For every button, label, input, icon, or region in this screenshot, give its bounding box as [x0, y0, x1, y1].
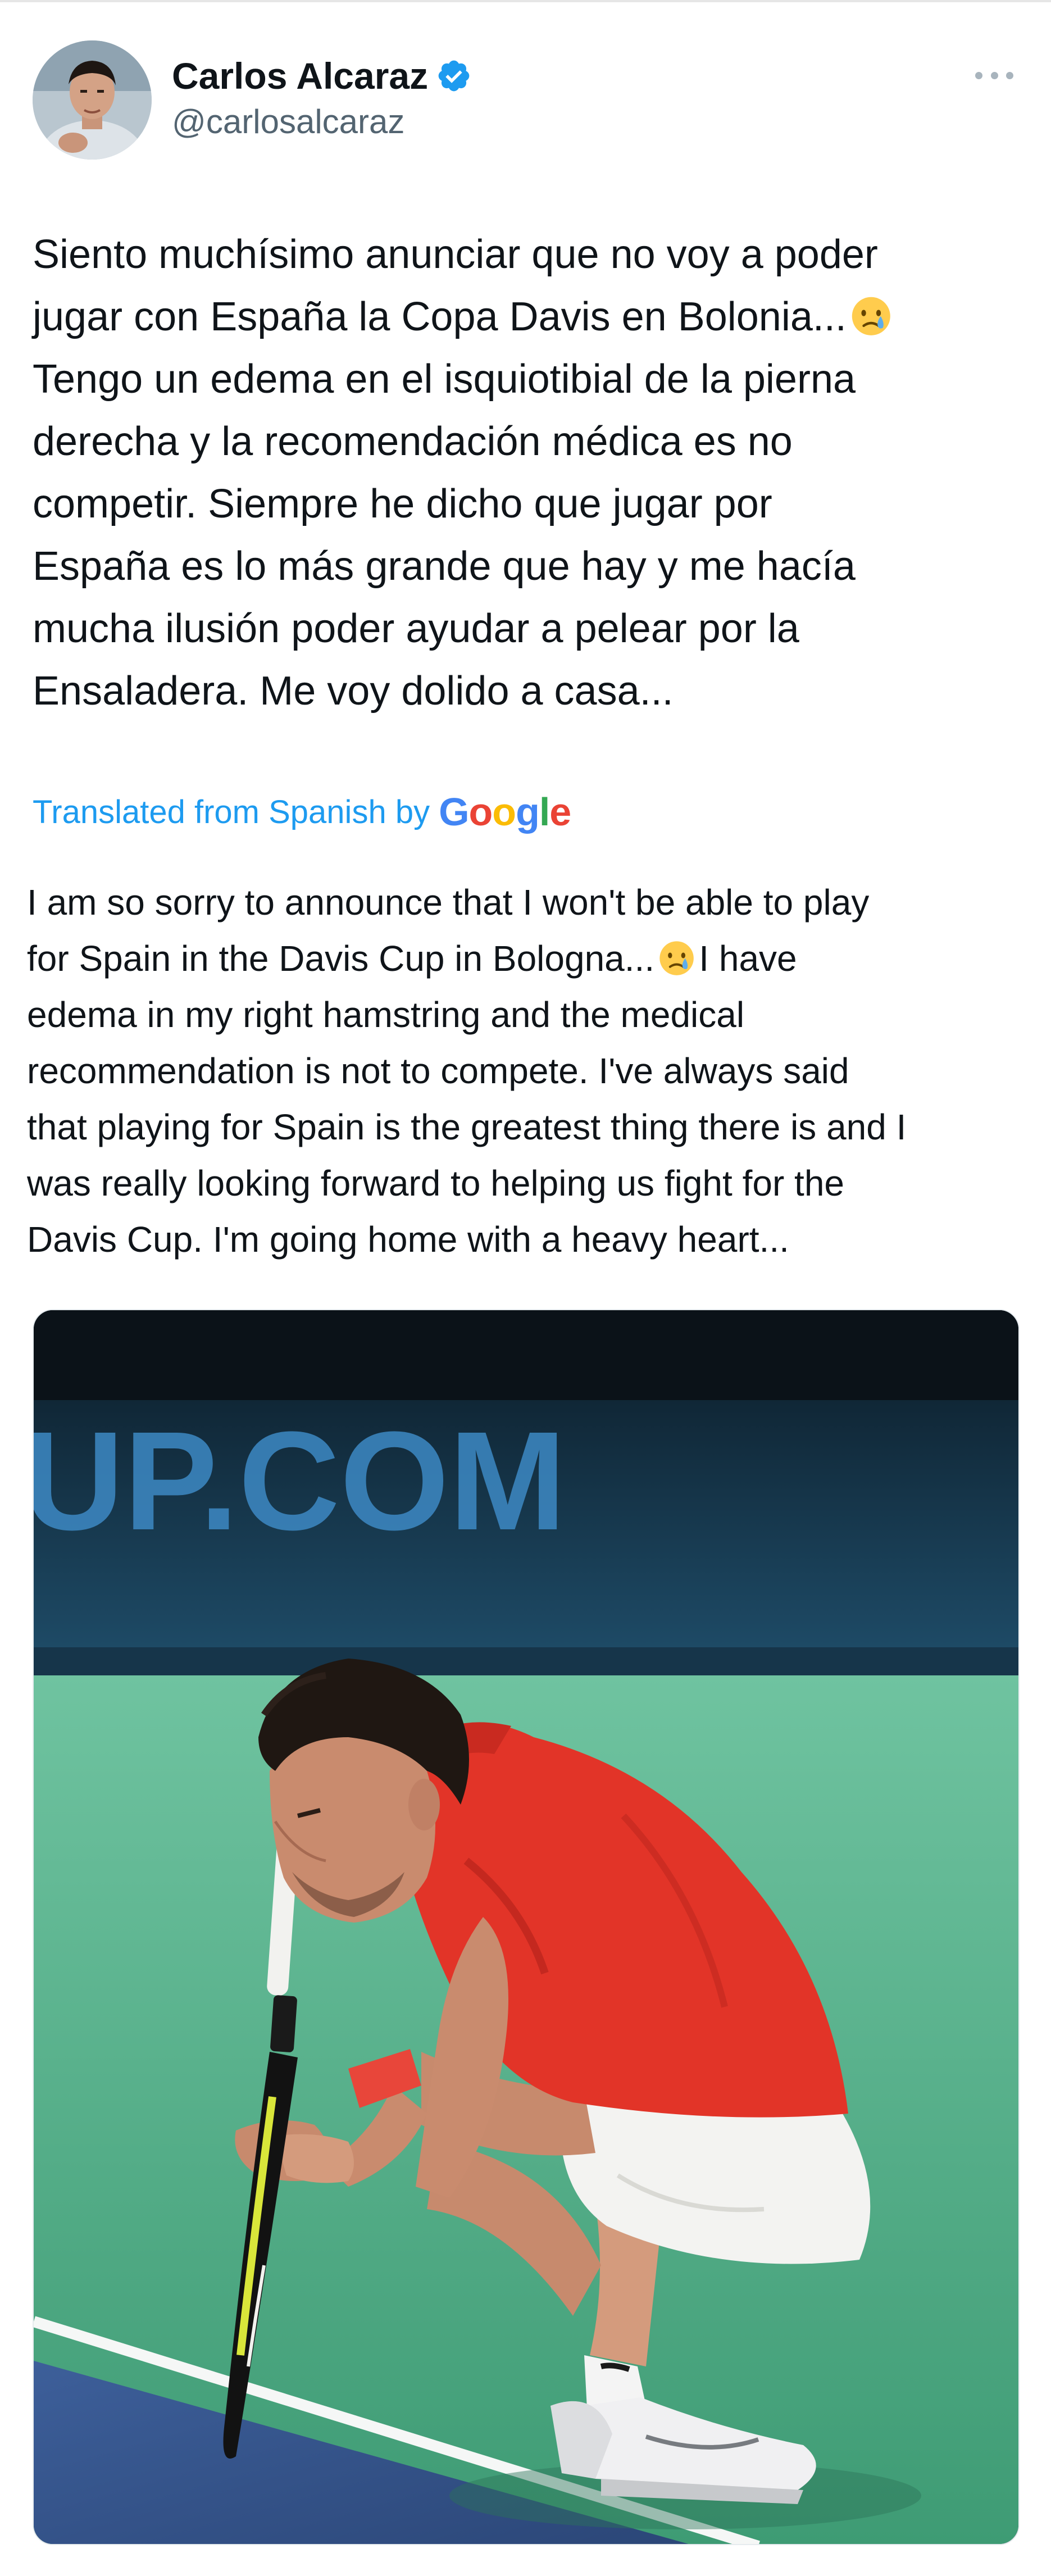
tweet-header: Carlos Alcaraz @carlosalcaraz: [0, 0, 1051, 169]
tweet-photo[interactable]: UP.COM: [33, 1309, 1020, 2545]
tweet-text-line: Siento muchísimo anunciar que no voy a p…: [33, 232, 878, 277]
translated-text-line: edema in my right hamstring and the medi…: [27, 994, 745, 1035]
tweet-text-line: Ensaladera. Me voy dolido a casa...: [33, 669, 674, 714]
more-options-icon[interactable]: [971, 62, 1018, 89]
translated-text-line-with-emoji: for Spain in the Davis Cup in Bologna...…: [27, 930, 1032, 987]
translated-text-line: I have: [699, 938, 797, 979]
display-name[interactable]: Carlos Alcaraz: [172, 53, 428, 99]
translated-text-line: recommendation is not to compete. I've a…: [27, 1051, 849, 1091]
tweet-text-line-with-emoji: jugar con España la Copa Davis en Boloni…: [33, 286, 1027, 348]
translated-text-line: that playing for Spain is the greatest t…: [27, 1107, 907, 1147]
translated-text: I am so sorry to announce that I won't b…: [27, 874, 1032, 1267]
translated-text-line: was really looking forward to helping us…: [27, 1163, 844, 1203]
tweet-text-line: Tengo un edema en el isquiotibial de la …: [33, 357, 856, 402]
more-dot: [1006, 71, 1013, 79]
translated-text-line: Davis Cup. I'm going home with a heavy h…: [27, 1219, 789, 1260]
translated-label[interactable]: Translated from Spanish by: [33, 793, 430, 831]
translated-text-line: for Spain in the Davis Cup in Bologna...: [27, 938, 655, 979]
crying-face-icon: [850, 295, 893, 338]
google-logo: Google: [439, 790, 571, 834]
translation-attribution[interactable]: Translated from Spanish by Google: [33, 787, 571, 837]
tweet-text-line: competir. Siempre he dicho que jugar por: [33, 481, 772, 526]
translated-text-line: I am so sorry to announce that I won't b…: [27, 882, 870, 923]
more-dot: [990, 71, 998, 79]
tweet-text-line: derecha y la recomendación médica es no: [33, 419, 793, 464]
crying-face-icon: [658, 939, 695, 977]
more-dot: [975, 71, 982, 79]
player-photo: UP.COM: [34, 1310, 1018, 2544]
author-handle[interactable]: @carlosalcaraz: [172, 101, 404, 143]
avatar-image: [33, 40, 152, 160]
author-name-row: Carlos Alcaraz: [172, 53, 472, 99]
verified-badge-icon: [436, 58, 472, 94]
tweet-text-line: mucha ilusión poder ayudar a pelear por …: [33, 606, 799, 651]
avatar[interactable]: [33, 40, 152, 160]
background-banner-text: UP.COM: [34, 1402, 566, 1559]
tweet-text: Siento muchísimo anunciar que no voy a p…: [33, 224, 1027, 723]
tweet-text-line: España es lo más grande que hay y me hac…: [33, 544, 856, 589]
tweet-text-line: jugar con España la Copa Davis en Boloni…: [33, 294, 847, 339]
